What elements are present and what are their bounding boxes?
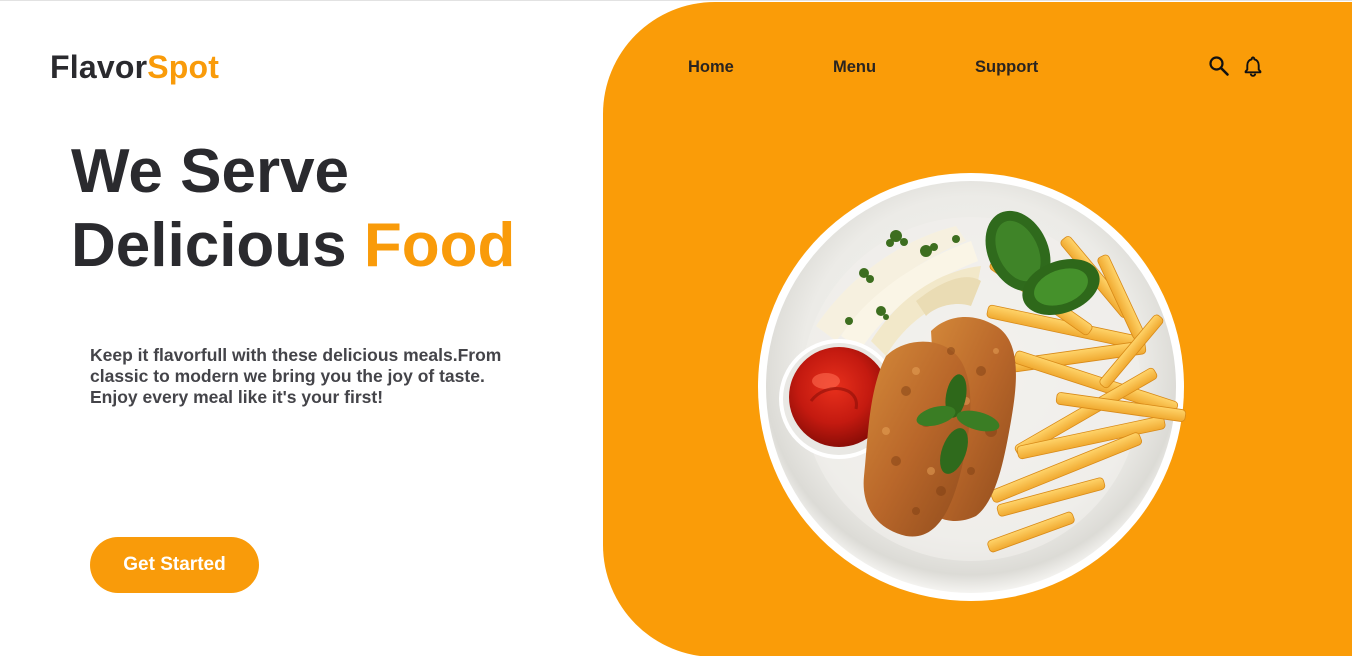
search-icon[interactable] (1208, 55, 1230, 77)
nav-support-link[interactable]: Support (975, 58, 1038, 77)
hero-headline: We Serve Delicious Food (71, 135, 515, 283)
brand-name-part1: Flavor (50, 49, 148, 85)
nav-menu-link[interactable]: Menu (833, 58, 876, 77)
nav-home-link[interactable]: Home (688, 58, 734, 77)
landing-page: FlavorSpot We Serve Delicious Food Keep … (0, 0, 1352, 656)
headline-accent-word: Food (363, 211, 516, 280)
headline-line1: We Serve (71, 137, 350, 206)
brand-name-part2: Spot (147, 49, 220, 85)
get-started-button[interactable]: Get Started (90, 537, 259, 593)
headline-line2: Delicious (71, 211, 364, 280)
food-plate-image (758, 173, 1187, 601)
hero-description: Keep it flavorfull with these delicious … (90, 345, 502, 407)
bell-icon[interactable] (1242, 55, 1264, 77)
brand-logo[interactable]: FlavorSpot (50, 49, 219, 86)
